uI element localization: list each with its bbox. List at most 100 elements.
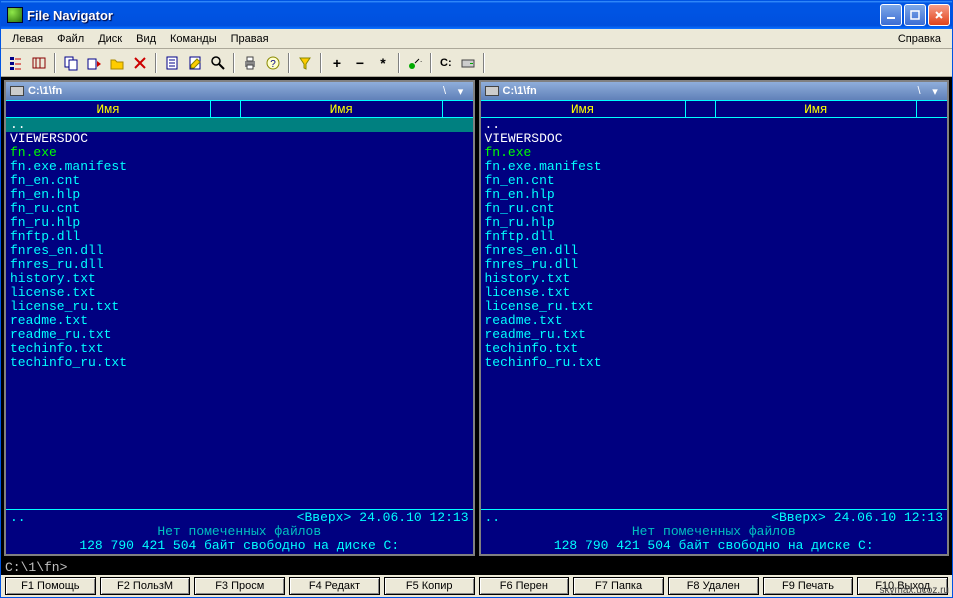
file-row[interactable]: VIEWERSDOC <box>6 132 473 146</box>
file-row[interactable]: fn_ru.cnt <box>6 202 473 216</box>
left-col-name2[interactable]: Имя <box>241 101 442 117</box>
tool-folder-icon[interactable] <box>106 52 128 74</box>
fkey-f2[interactable]: F2 ПользМ <box>100 577 191 595</box>
file-row[interactable]: fnres_ru.dll <box>481 258 948 272</box>
file-row[interactable]: fnres_en.dll <box>481 244 948 258</box>
tool-brief-icon[interactable] <box>28 52 50 74</box>
file-row[interactable]: readme_ru.txt <box>481 328 948 342</box>
fkey-f10[interactable]: F10 Выход <box>857 577 948 595</box>
left-panel-headers: Имя Имя <box>6 100 473 118</box>
menu-file[interactable]: Файл <box>50 31 91 47</box>
tool-move-icon[interactable] <box>83 52 105 74</box>
file-row[interactable]: readme_ru.txt <box>6 328 473 342</box>
maximize-button[interactable] <box>904 4 926 26</box>
file-row[interactable]: history.txt <box>481 272 948 286</box>
file-row[interactable]: fn_ru.hlp <box>6 216 473 230</box>
file-row[interactable]: license_ru.txt <box>6 300 473 314</box>
titlebar: File Navigator <box>1 1 952 29</box>
file-row[interactable]: fn_ru.hlp <box>481 216 948 230</box>
right-col-ext2[interactable] <box>917 101 947 117</box>
fkey-f8[interactable]: F8 Удален <box>668 577 759 595</box>
menu-disk[interactable]: Диск <box>91 31 129 47</box>
tool-help-icon[interactable]: ? <box>262 52 284 74</box>
menu-help[interactable]: Справка <box>891 31 948 47</box>
menu-view[interactable]: Вид <box>129 31 163 47</box>
minimize-button[interactable] <box>880 4 902 26</box>
file-row[interactable]: license.txt <box>6 286 473 300</box>
tool-select-minus-icon[interactable]: − <box>349 52 371 74</box>
menubar: Левая Файл Диск Вид Команды Правая Справ… <box>1 29 952 49</box>
fkey-f6[interactable]: F6 Перен <box>479 577 570 595</box>
file-row[interactable]: techinfo.txt <box>481 342 948 356</box>
fkey-f7[interactable]: F7 Папка <box>573 577 664 595</box>
left-panel-path: C:\1\fn <box>28 85 437 97</box>
close-button[interactable] <box>928 4 950 26</box>
disk-icon <box>10 86 24 96</box>
menu-left[interactable]: Левая <box>5 31 50 47</box>
tool-delete-icon[interactable] <box>129 52 151 74</box>
file-row[interactable]: fn_en.cnt <box>481 174 948 188</box>
fkey-f4[interactable]: F4 Редакт <box>289 577 380 595</box>
file-row[interactable]: VIEWERSDOC <box>481 132 948 146</box>
right-foot-free: 128 790 421 504 байт свободно на диске C… <box>485 539 944 553</box>
right-col-name1[interactable]: Имя <box>481 101 686 117</box>
right-panel-root-btn[interactable]: \ <box>911 85 927 97</box>
file-row[interactable]: fnftp.dll <box>481 230 948 244</box>
file-row[interactable]: fn.exe.manifest <box>481 160 948 174</box>
tool-view-icon[interactable] <box>161 52 183 74</box>
left-panel-tab[interactable]: C:\1\fn \ ▾ <box>6 82 473 100</box>
tool-edit-icon[interactable] <box>184 52 206 74</box>
file-row[interactable]: fn.exe <box>6 146 473 160</box>
file-row[interactable]: fn_en.hlp <box>481 188 948 202</box>
tool-filter-icon[interactable] <box>294 52 316 74</box>
tool-find-icon[interactable] <box>207 52 229 74</box>
tool-select-star-icon[interactable]: * <box>372 52 394 74</box>
file-row[interactable]: fnftp.dll <box>6 230 473 244</box>
right-foot-left: .. <box>485 511 501 525</box>
left-panel-root-btn[interactable]: \ <box>437 85 453 97</box>
tool-print-icon[interactable] <box>239 52 261 74</box>
right-col-name2[interactable]: Имя <box>716 101 917 117</box>
left-file-list[interactable]: ..VIEWERSDOCfn.exefn.exe.manifestfn_en.c… <box>6 118 473 509</box>
file-row[interactable]: fn_en.cnt <box>6 174 473 188</box>
fkey-f3[interactable]: F3 Просм <box>194 577 285 595</box>
file-row[interactable]: readme.txt <box>481 314 948 328</box>
file-row[interactable]: techinfo_ru.txt <box>6 356 473 370</box>
right-col-ext[interactable] <box>686 101 716 117</box>
file-row[interactable]: techinfo_ru.txt <box>481 356 948 370</box>
disk-icon <box>485 86 499 96</box>
left-col-name1[interactable]: Имя <box>6 101 211 117</box>
file-row[interactable]: fnres_en.dll <box>6 244 473 258</box>
command-line[interactable]: C:\1\fn> <box>1 559 952 575</box>
tool-tree-icon[interactable] <box>5 52 27 74</box>
file-row[interactable]: .. <box>6 118 473 132</box>
fkey-f1[interactable]: F1 Помощь <box>5 577 96 595</box>
file-row[interactable]: fn.exe.manifest <box>6 160 473 174</box>
file-row[interactable]: fn_ru.cnt <box>481 202 948 216</box>
fkey-f5[interactable]: F5 Копир <box>384 577 475 595</box>
left-foot-marked: Нет помеченных файлов <box>10 525 469 539</box>
tool-net-icon[interactable]: .. <box>404 52 426 74</box>
right-panel-tab[interactable]: C:\1\fn \ ▾ <box>481 82 948 100</box>
file-row[interactable]: fn.exe <box>481 146 948 160</box>
menu-commands[interactable]: Команды <box>163 31 224 47</box>
fkey-f9[interactable]: F9 Печать <box>763 577 854 595</box>
tool-drive-icon[interactable] <box>457 52 479 74</box>
left-col-ext2[interactable] <box>443 101 473 117</box>
tool-copy-icon[interactable] <box>60 52 82 74</box>
function-key-bar: F1 ПомощьF2 ПользМF3 ПросмF4 РедактF5 Ко… <box>1 575 952 597</box>
menu-right[interactable]: Правая <box>224 31 276 47</box>
file-row[interactable]: techinfo.txt <box>6 342 473 356</box>
file-row[interactable]: license_ru.txt <box>481 300 948 314</box>
file-row[interactable]: readme.txt <box>6 314 473 328</box>
right-file-list[interactable]: ..VIEWERSDOCfn.exefn.exe.manifestfn_en.c… <box>481 118 948 509</box>
file-row[interactable]: fn_en.hlp <box>6 188 473 202</box>
tool-select-plus-icon[interactable]: + <box>326 52 348 74</box>
file-row[interactable]: license.txt <box>481 286 948 300</box>
left-col-ext[interactable] <box>211 101 241 117</box>
file-row[interactable]: fnres_ru.dll <box>6 258 473 272</box>
right-panel-dropdown[interactable]: ▾ <box>927 85 943 98</box>
file-row[interactable]: .. <box>481 118 948 132</box>
file-row[interactable]: history.txt <box>6 272 473 286</box>
left-panel-dropdown[interactable]: ▾ <box>453 85 469 98</box>
